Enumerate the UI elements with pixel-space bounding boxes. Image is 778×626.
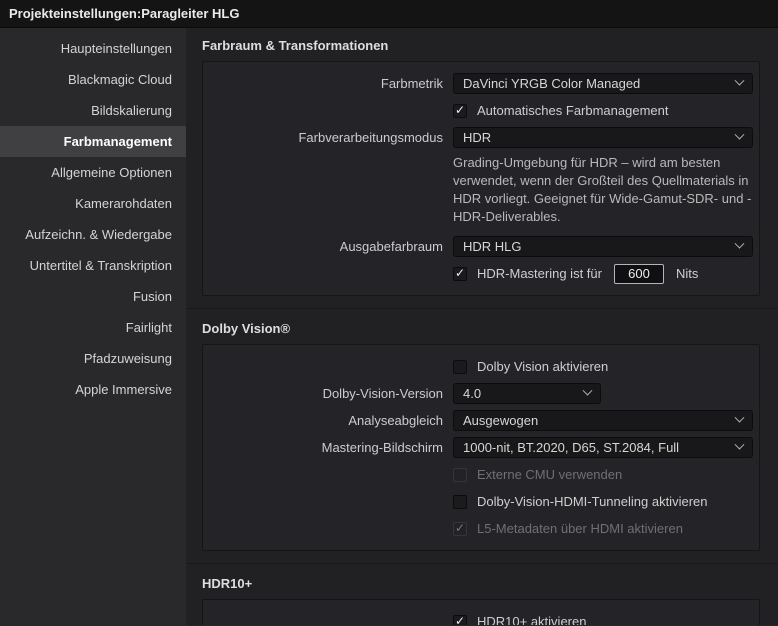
farbverarbeitungsmodus-value: HDR bbox=[463, 130, 492, 145]
farbverarbeitungsmodus-dropdown[interactable]: HDR bbox=[453, 127, 753, 148]
mastering-bildschirm-value: 1000-nit, BT.2020, D65, ST.2084, Full bbox=[463, 440, 680, 455]
sidebar-item-pfadzuweisung[interactable]: Pfadzuweisung bbox=[0, 343, 186, 374]
chevron-down-icon bbox=[734, 129, 745, 140]
hdr-mastering-checkbox[interactable] bbox=[453, 266, 467, 281]
hdmi-tunneling-checkbox[interactable] bbox=[453, 494, 467, 509]
row-mastering-bildschirm: Mastering-Bildschirm 1000-nit, BT.2020, … bbox=[203, 434, 759, 461]
row-hdmi-tunneling: Dolby-Vision-HDMI-Tunneling aktivieren bbox=[203, 488, 759, 515]
dolby-version-dropdown[interactable]: 4.0 bbox=[453, 383, 601, 404]
sidebar-item-untertitel-transkription[interactable]: Untertitel & Transkription bbox=[0, 250, 186, 281]
hdr10plus-enable-label: HDR10+ aktivieren bbox=[477, 614, 587, 625]
dialog-titlebar: Projekteinstellungen:Paragleiter HLG bbox=[0, 0, 778, 28]
l5-metadaten-checkbox bbox=[453, 521, 467, 536]
sidebar-item-blackmagic-cloud[interactable]: Blackmagic Cloud bbox=[0, 64, 186, 95]
row-hdr10plus-enable: HDR10+ aktivieren bbox=[203, 608, 759, 625]
l5-metadaten-label: L5-Metadaten über HDMI aktivieren bbox=[477, 521, 683, 536]
ausgabefarbraum-value: HDR HLG bbox=[463, 239, 522, 254]
mastering-bildschirm-label: Mastering-Bildschirm bbox=[321, 440, 443, 455]
section-divider bbox=[186, 308, 778, 309]
auto-farbmanagement-checkbox[interactable] bbox=[453, 103, 467, 118]
sidebar-item-farbmanagement[interactable]: Farbmanagement bbox=[0, 126, 186, 157]
dolby-version-label: Dolby-Vision-Version bbox=[322, 386, 443, 401]
sidebar-item-allgemeine-optionen[interactable]: Allgemeine Optionen bbox=[0, 157, 186, 188]
section-title-dolby-vision: Dolby Vision® bbox=[202, 321, 291, 336]
hdr-mode-help-text: Grading-Umgebung für HDR – wird am beste… bbox=[453, 155, 752, 224]
row-ausgabefarbraum: Ausgabefarbraum HDR HLG bbox=[203, 233, 759, 260]
section-title-farbraum: Farbraum & Transformationen bbox=[202, 38, 389, 53]
row-dolby-version: Dolby-Vision-Version 4.0 bbox=[203, 380, 759, 407]
sidebar-item-kamerarohdaten[interactable]: Kamerarohdaten bbox=[0, 188, 186, 219]
dolby-version-value: 4.0 bbox=[463, 386, 482, 401]
section-title-hdr10plus: HDR10+ bbox=[202, 576, 253, 591]
group-dolby-vision: Dolby Vision aktivieren Dolby-Vision-Ver… bbox=[202, 344, 760, 551]
hdr-mastering-nits-input[interactable] bbox=[613, 263, 664, 284]
sidebar-item-aufzeichnung-wiedergabe[interactable]: Aufzeichn. & Wiedergabe bbox=[0, 219, 186, 250]
farbmetrik-value: DaVinci YRGB Color Managed bbox=[463, 76, 641, 91]
auto-farbmanagement-label: Automatisches Farbmanagement bbox=[477, 103, 669, 118]
dolby-vision-enable-checkbox[interactable] bbox=[453, 359, 467, 374]
externe-cmu-checkbox bbox=[453, 467, 467, 482]
row-farbverarbeitungsmodus: Farbverarbeitungsmodus HDR bbox=[203, 124, 759, 151]
row-auto-farbmanagement: Automatisches Farbmanagement bbox=[203, 97, 759, 124]
analyseabgleich-value: Ausgewogen bbox=[463, 413, 539, 428]
hdmi-tunneling-label: Dolby-Vision-HDMI-Tunneling aktivieren bbox=[477, 494, 708, 509]
row-hdr-mastering: HDR-Mastering ist für Nits bbox=[203, 260, 759, 287]
ausgabefarbraum-dropdown[interactable]: HDR HLG bbox=[453, 236, 753, 257]
settings-main-panel: Farbraum & Transformationen Farbmetrik D… bbox=[186, 28, 778, 625]
mastering-bildschirm-dropdown[interactable]: 1000-nit, BT.2020, D65, ST.2084, Full bbox=[453, 437, 753, 458]
externe-cmu-label: Externe CMU verwenden bbox=[477, 467, 623, 482]
farbverarbeitungsmodus-label: Farbverarbeitungsmodus bbox=[298, 130, 443, 145]
chevron-down-icon bbox=[734, 75, 745, 86]
analyseabgleich-label: Analyseabgleich bbox=[348, 413, 443, 428]
chevron-down-icon bbox=[582, 385, 593, 396]
row-l5-metadaten: L5-Metadaten über HDMI aktivieren bbox=[203, 515, 759, 542]
group-hdr10plus: HDR10+ aktivieren bbox=[202, 599, 760, 625]
farbmetrik-label: Farbmetrik bbox=[380, 76, 443, 91]
nits-label: Nits bbox=[675, 266, 699, 281]
group-farbraum: Farbmetrik DaVinci YRGB Color Managed Au… bbox=[202, 61, 760, 296]
row-farbmetrik: Farbmetrik DaVinci YRGB Color Managed bbox=[203, 70, 759, 97]
dolby-vision-enable-label: Dolby Vision aktivieren bbox=[477, 359, 609, 374]
chevron-down-icon bbox=[734, 412, 745, 423]
sidebar-item-fusion[interactable]: Fusion bbox=[0, 281, 186, 312]
farbmetrik-dropdown[interactable]: DaVinci YRGB Color Managed bbox=[453, 73, 753, 94]
sidebar-item-haupteinstellungen[interactable]: Haupteinstellungen bbox=[0, 33, 186, 64]
hdr-mastering-label: HDR-Mastering ist für bbox=[477, 266, 602, 281]
sidebar-item-bildskalierung[interactable]: Bildskalierung bbox=[0, 95, 186, 126]
project-settings-dialog: Projekteinstellungen:Paragleiter HLG Hau… bbox=[0, 0, 778, 626]
hdr10plus-enable-checkbox[interactable] bbox=[453, 614, 467, 625]
row-analyseabgleich: Analyseabgleich Ausgewogen bbox=[203, 407, 759, 434]
dialog-title: Projekteinstellungen:Paragleiter HLG bbox=[9, 6, 240, 21]
ausgabefarbraum-label: Ausgabefarbraum bbox=[339, 239, 443, 254]
row-externe-cmu: Externe CMU verwenden bbox=[203, 461, 759, 488]
dialog-content: Haupteinstellungen Blackmagic Cloud Bild… bbox=[0, 28, 778, 625]
chevron-down-icon bbox=[734, 238, 745, 249]
row-dolby-enable: Dolby Vision aktivieren bbox=[203, 353, 759, 380]
sidebar-item-apple-immersive[interactable]: Apple Immersive bbox=[0, 374, 186, 405]
settings-sidebar: Haupteinstellungen Blackmagic Cloud Bild… bbox=[0, 28, 186, 625]
sidebar-item-fairlight[interactable]: Fairlight bbox=[0, 312, 186, 343]
chevron-down-icon bbox=[734, 439, 745, 450]
section-divider bbox=[186, 563, 778, 564]
analyseabgleich-dropdown[interactable]: Ausgewogen bbox=[453, 410, 753, 431]
